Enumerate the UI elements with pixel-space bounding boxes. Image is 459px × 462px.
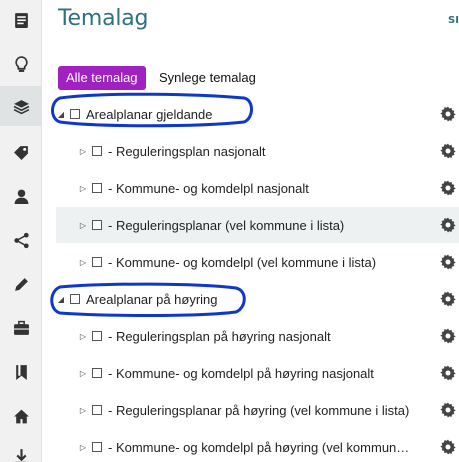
theme-panel: { "header": { "title": "Temalag", "edge_… xyxy=(0,0,459,462)
layer-row[interactable]: ▷ - Reguleringsplanar på høyring (vel ko… xyxy=(56,392,459,428)
tab-visible-layers[interactable]: Synlege temalag xyxy=(155,66,260,90)
lightbulb-icon[interactable] xyxy=(0,44,42,84)
layer-checkbox[interactable] xyxy=(92,405,102,415)
tab-all-layers[interactable]: Alle temalag xyxy=(58,66,146,90)
expand-right-icon[interactable]: ▷ xyxy=(78,406,88,415)
home-icon[interactable] xyxy=(0,396,42,436)
gear-icon[interactable] xyxy=(440,217,456,233)
layer-row[interactable]: ▷ - Reguleringsplan på høyring nasjonalt xyxy=(56,318,459,354)
share-icon[interactable] xyxy=(0,220,42,260)
layers-icon[interactable] xyxy=(0,86,42,126)
expand-right-icon[interactable]: ▷ xyxy=(78,221,88,230)
gear-icon[interactable] xyxy=(440,180,456,196)
gear-icon[interactable] xyxy=(440,143,456,159)
bookmark-icon[interactable] xyxy=(0,352,42,392)
gear-icon[interactable] xyxy=(440,328,456,344)
icon-sidebar xyxy=(0,0,42,462)
expand-right-icon[interactable]: ▷ xyxy=(78,443,88,452)
gear-icon[interactable] xyxy=(440,291,456,307)
user-icon[interactable] xyxy=(0,176,42,216)
layer-label: - Kommune- og komdelpl på høyring nasjon… xyxy=(108,365,374,381)
layer-row[interactable]: ▷ - Kommune- og komdelpl (vel kommune i … xyxy=(56,244,459,280)
layer-checkbox[interactable] xyxy=(92,183,102,193)
layer-row[interactable]: ▷ - Kommune- og komdelpl på høyring (vel… xyxy=(56,429,459,462)
document-icon[interactable] xyxy=(0,0,42,40)
layer-checkbox[interactable] xyxy=(70,294,80,304)
expand-right-icon[interactable]: ▷ xyxy=(78,147,88,156)
download-icon[interactable] xyxy=(0,436,42,462)
expand-right-icon[interactable]: ▷ xyxy=(78,332,88,341)
layer-label: - Reguleringsplan på høyring nasjonalt xyxy=(108,328,331,344)
expand-right-icon[interactable]: ▷ xyxy=(78,369,88,378)
layer-label: - Reguleringsplanar (vel kommune i lista… xyxy=(108,217,345,233)
layer-checkbox[interactable] xyxy=(92,257,102,267)
layer-checkbox[interactable] xyxy=(92,146,102,156)
gear-icon[interactable] xyxy=(440,402,456,418)
layer-group-row[interactable]: ◢ Arealplanar på høyring xyxy=(56,281,459,317)
layer-label: - Kommune- og komdelpl nasjonalt xyxy=(108,180,309,196)
layer-checkbox[interactable] xyxy=(92,442,102,452)
layer-checkbox[interactable] xyxy=(92,368,102,378)
layer-row[interactable]: ▷ - Reguleringsplan nasjonalt xyxy=(56,133,459,169)
expand-down-icon[interactable]: ◢ xyxy=(56,295,66,304)
gear-icon[interactable] xyxy=(440,439,456,455)
page-title: Temalag xyxy=(58,6,149,31)
layer-row[interactable]: ▷ - Reguleringsplanar (vel kommune i lis… xyxy=(56,207,459,243)
expand-down-icon[interactable]: ◢ xyxy=(56,110,66,119)
layer-label: - Kommune- og komdelpl på høyring (vel k… xyxy=(108,439,410,455)
gear-icon[interactable] xyxy=(440,365,456,381)
layer-label: Arealplanar på høyring xyxy=(86,291,218,307)
tag-icon[interactable] xyxy=(0,132,42,172)
layer-label: - Kommune- og komdelpl (vel kommune i li… xyxy=(108,254,377,270)
gear-icon[interactable] xyxy=(440,106,456,122)
expand-right-icon[interactable]: ▷ xyxy=(78,258,88,267)
layer-checkbox[interactable] xyxy=(92,331,102,341)
layer-label: - Reguleringsplanar på høyring (vel komm… xyxy=(108,402,410,418)
expand-right-icon[interactable]: ▷ xyxy=(78,184,88,193)
edge-link[interactable]: SI xyxy=(448,15,459,26)
layer-label: - Reguleringsplan nasjonalt xyxy=(108,143,266,159)
layer-group-row[interactable]: ◢ Arealplanar gjeldande xyxy=(56,96,459,132)
gear-icon[interactable] xyxy=(440,254,456,270)
layer-label: Arealplanar gjeldande xyxy=(86,106,213,122)
layer-checkbox[interactable] xyxy=(70,109,80,119)
pencil-icon[interactable] xyxy=(0,264,42,304)
layer-checkbox[interactable] xyxy=(92,220,102,230)
layer-row[interactable]: ▷ - Kommune- og komdelpl nasjonalt xyxy=(56,170,459,206)
briefcase-icon[interactable] xyxy=(0,308,42,348)
layer-row[interactable]: ▷ - Kommune- og komdelpl på høyring nasj… xyxy=(56,355,459,391)
